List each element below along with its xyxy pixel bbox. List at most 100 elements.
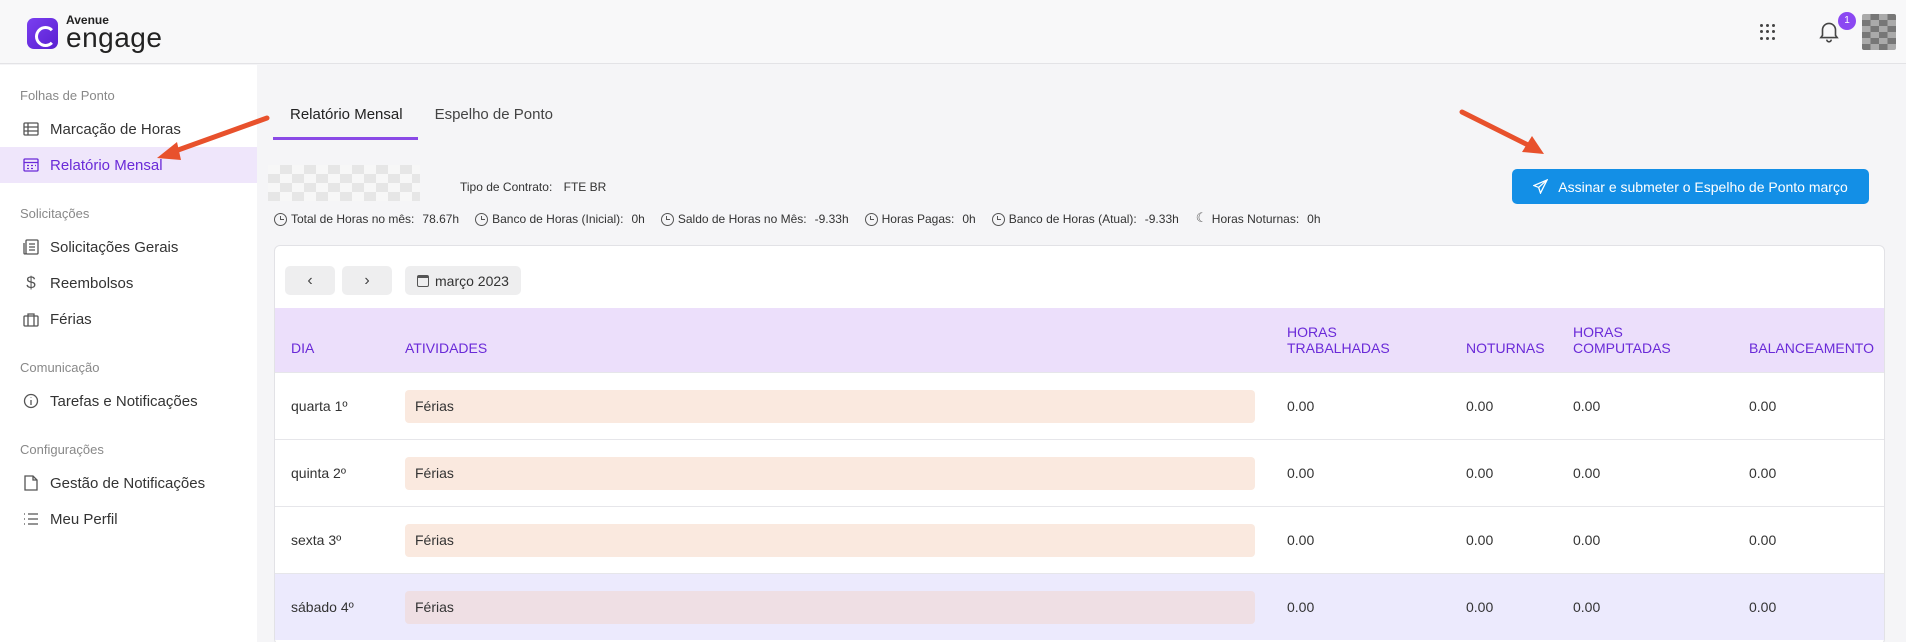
cell-computadas: 0.00	[1573, 398, 1601, 414]
clock-icon	[475, 212, 489, 226]
document-icon	[22, 474, 40, 492]
activity-tag[interactable]: Férias	[405, 457, 1255, 490]
stat-label: Banco de Horas (Atual):	[1008, 212, 1137, 226]
sidebar-item-label: Solicitações Gerais	[50, 238, 179, 256]
dollar-icon: $	[26, 273, 36, 292]
send-icon	[1533, 179, 1549, 194]
cell-balanceamento: 0.00	[1749, 599, 1777, 615]
section-label-solicitacoes: Solicitações	[20, 206, 90, 221]
section-label-comunicacao: Comunicação	[20, 360, 100, 375]
cell-balanceamento: 0.00	[1749, 465, 1777, 481]
logo[interactable]: Avenue engage	[27, 14, 162, 52]
cell-dia: sábado 4º	[291, 599, 354, 615]
bullet-list-icon	[22, 510, 40, 528]
cell-trabalhadas: 0.00	[1287, 398, 1315, 414]
header-noturnas: NOTURNAS	[1466, 340, 1545, 356]
stat-value: 0h	[962, 212, 976, 226]
stat-value: -9.33h	[1144, 212, 1179, 226]
submit-button-label: Assinar e submeter o Espelho de Ponto ma…	[1558, 178, 1848, 195]
clock-icon	[274, 212, 287, 226]
table-row[interactable]: quarta 1º Férias 0.00 0.00 0.00 0.00	[275, 372, 1884, 439]
stat-label: Horas Pagas:	[881, 212, 955, 226]
moon-icon	[1195, 210, 1208, 226]
notification-badge: 1	[1838, 12, 1856, 30]
stat-banco-atual: Banco de Horas (Atual): -9.33h	[991, 212, 1179, 226]
table-header: DIA ATIVIDADES HORAS TRABALHADAS NOTURNA…	[275, 308, 1884, 372]
month-picker[interactable]: março 2023	[405, 266, 521, 295]
cell-computadas: 0.00	[1573, 532, 1601, 548]
cell-dia: quinta 2º	[291, 465, 346, 481]
list-icon	[22, 120, 40, 138]
clock-icon	[991, 212, 1005, 226]
sidebar-item-ferias[interactable]: Férias	[0, 301, 257, 337]
top-bar: Avenue engage 1	[0, 0, 1906, 64]
stat-label: Horas Noturnas:	[1211, 212, 1300, 226]
stat-value: -9.33h	[814, 212, 849, 226]
section-label-configuracoes: Configurações	[20, 442, 104, 457]
header-horas-trabalhadas: HORAS TRABALHADAS	[1287, 324, 1390, 356]
info-icon	[22, 392, 40, 410]
avatar[interactable]	[1862, 14, 1896, 50]
apps-grid-icon[interactable]	[1760, 24, 1776, 40]
annotation-arrow-sidebar-icon	[157, 115, 270, 160]
cell-noturnas: 0.00	[1466, 599, 1494, 615]
sidebar-item-label: Reembolsos	[50, 274, 134, 292]
section-label-folhas: Folhas de Ponto	[20, 88, 115, 103]
sidebar-item-label: Meu Perfil	[50, 510, 118, 528]
contract-info: Tipo de Contrato: FTE BR	[460, 180, 606, 194]
month-label: março 2023	[435, 272, 509, 289]
table-row[interactable]: sábado 4º Férias 0.00 0.00 0.00 0.00	[275, 573, 1884, 640]
stat-total-horas: Total de Horas no mês: 78.67h	[274, 212, 459, 226]
sidebar-item-reembolsos[interactable]: $ Reembolsos	[0, 265, 257, 301]
activity-tag[interactable]: Férias	[405, 524, 1255, 557]
cell-dia: sexta 3º	[291, 532, 342, 548]
header-line: HORAS	[1287, 324, 1337, 340]
header-line: HORAS	[1573, 324, 1623, 340]
clock-icon	[864, 212, 878, 226]
cell-balanceamento: 0.00	[1749, 398, 1777, 414]
cell-trabalhadas: 0.00	[1287, 599, 1315, 615]
prev-month-button[interactable]: ‹	[285, 266, 335, 295]
sidebar-item-label: Férias	[50, 310, 92, 328]
sidebar-item-gestao-notificacoes[interactable]: Gestão de Notificações	[0, 465, 257, 501]
newspaper-icon	[22, 238, 40, 256]
sidebar-item-solicitacoes-gerais[interactable]: Solicitações Gerais	[0, 229, 257, 265]
calendar-icon	[417, 274, 429, 287]
logo-big-text: engage	[66, 22, 163, 53]
report-card: ‹ › março 2023 DIA ATIVIDADES HORAS TRAB…	[274, 245, 1885, 642]
cell-computadas: 0.00	[1573, 465, 1601, 481]
next-month-button[interactable]: ›	[342, 266, 392, 295]
stat-horas-pagas: Horas Pagas: 0h	[864, 212, 976, 226]
logo-mark-icon	[27, 17, 58, 49]
header-atividades: ATIVIDADES	[405, 340, 488, 356]
cell-noturnas: 0.00	[1466, 398, 1494, 414]
header-line: TRABALHADAS	[1287, 340, 1390, 356]
stats-bar: Total de Horas no mês: 78.67h Banco de Ho…	[274, 210, 1337, 226]
tab-espelho-de-ponto[interactable]: Espelho de Ponto	[418, 100, 568, 140]
cell-noturnas: 0.00	[1466, 532, 1494, 548]
stat-banco-inicial: Banco de Horas (Inicial): 0h	[475, 212, 645, 226]
stat-value: 78.67h	[422, 212, 460, 226]
annotation-arrow-button-icon	[1459, 109, 1544, 154]
cell-trabalhadas: 0.00	[1287, 532, 1315, 548]
header-horas-computadas: HORAS COMPUTADAS	[1573, 324, 1671, 356]
stat-label: Saldo de Horas no Mês:	[677, 212, 807, 226]
cell-dia: quarta 1º	[291, 398, 348, 414]
activity-tag[interactable]: Férias	[405, 591, 1255, 624]
table-row[interactable]: sexta 3º Férias 0.00 0.00 0.00 0.00	[275, 506, 1884, 573]
table-row[interactable]: quinta 2º Férias 0.00 0.00 0.00 0.00	[275, 439, 1884, 506]
stat-label: Total de Horas no mês:	[291, 212, 415, 226]
sidebar-item-meu-perfil[interactable]: Meu Perfil	[0, 501, 257, 537]
redacted-employee-name	[268, 165, 420, 201]
cell-noturnas: 0.00	[1466, 465, 1494, 481]
cell-computadas: 0.00	[1573, 599, 1601, 615]
submit-timesheet-button[interactable]: Assinar e submeter o Espelho de Ponto ma…	[1512, 169, 1869, 204]
stat-saldo-mes: Saldo de Horas no Mês: -9.33h	[660, 212, 849, 226]
sidebar-item-label: Gestão de Notificações	[50, 474, 206, 492]
sidebar-item-label: Relatório Mensal	[50, 156, 163, 174]
tab-relatorio-mensal[interactable]: Relatório Mensal	[273, 100, 418, 140]
sidebar-item-tarefas[interactable]: Tarefas e Notificações	[0, 383, 257, 419]
clock-icon	[660, 212, 674, 226]
tabs: Relatório Mensal Espelho de Ponto	[273, 100, 568, 140]
activity-tag[interactable]: Férias	[405, 390, 1255, 423]
